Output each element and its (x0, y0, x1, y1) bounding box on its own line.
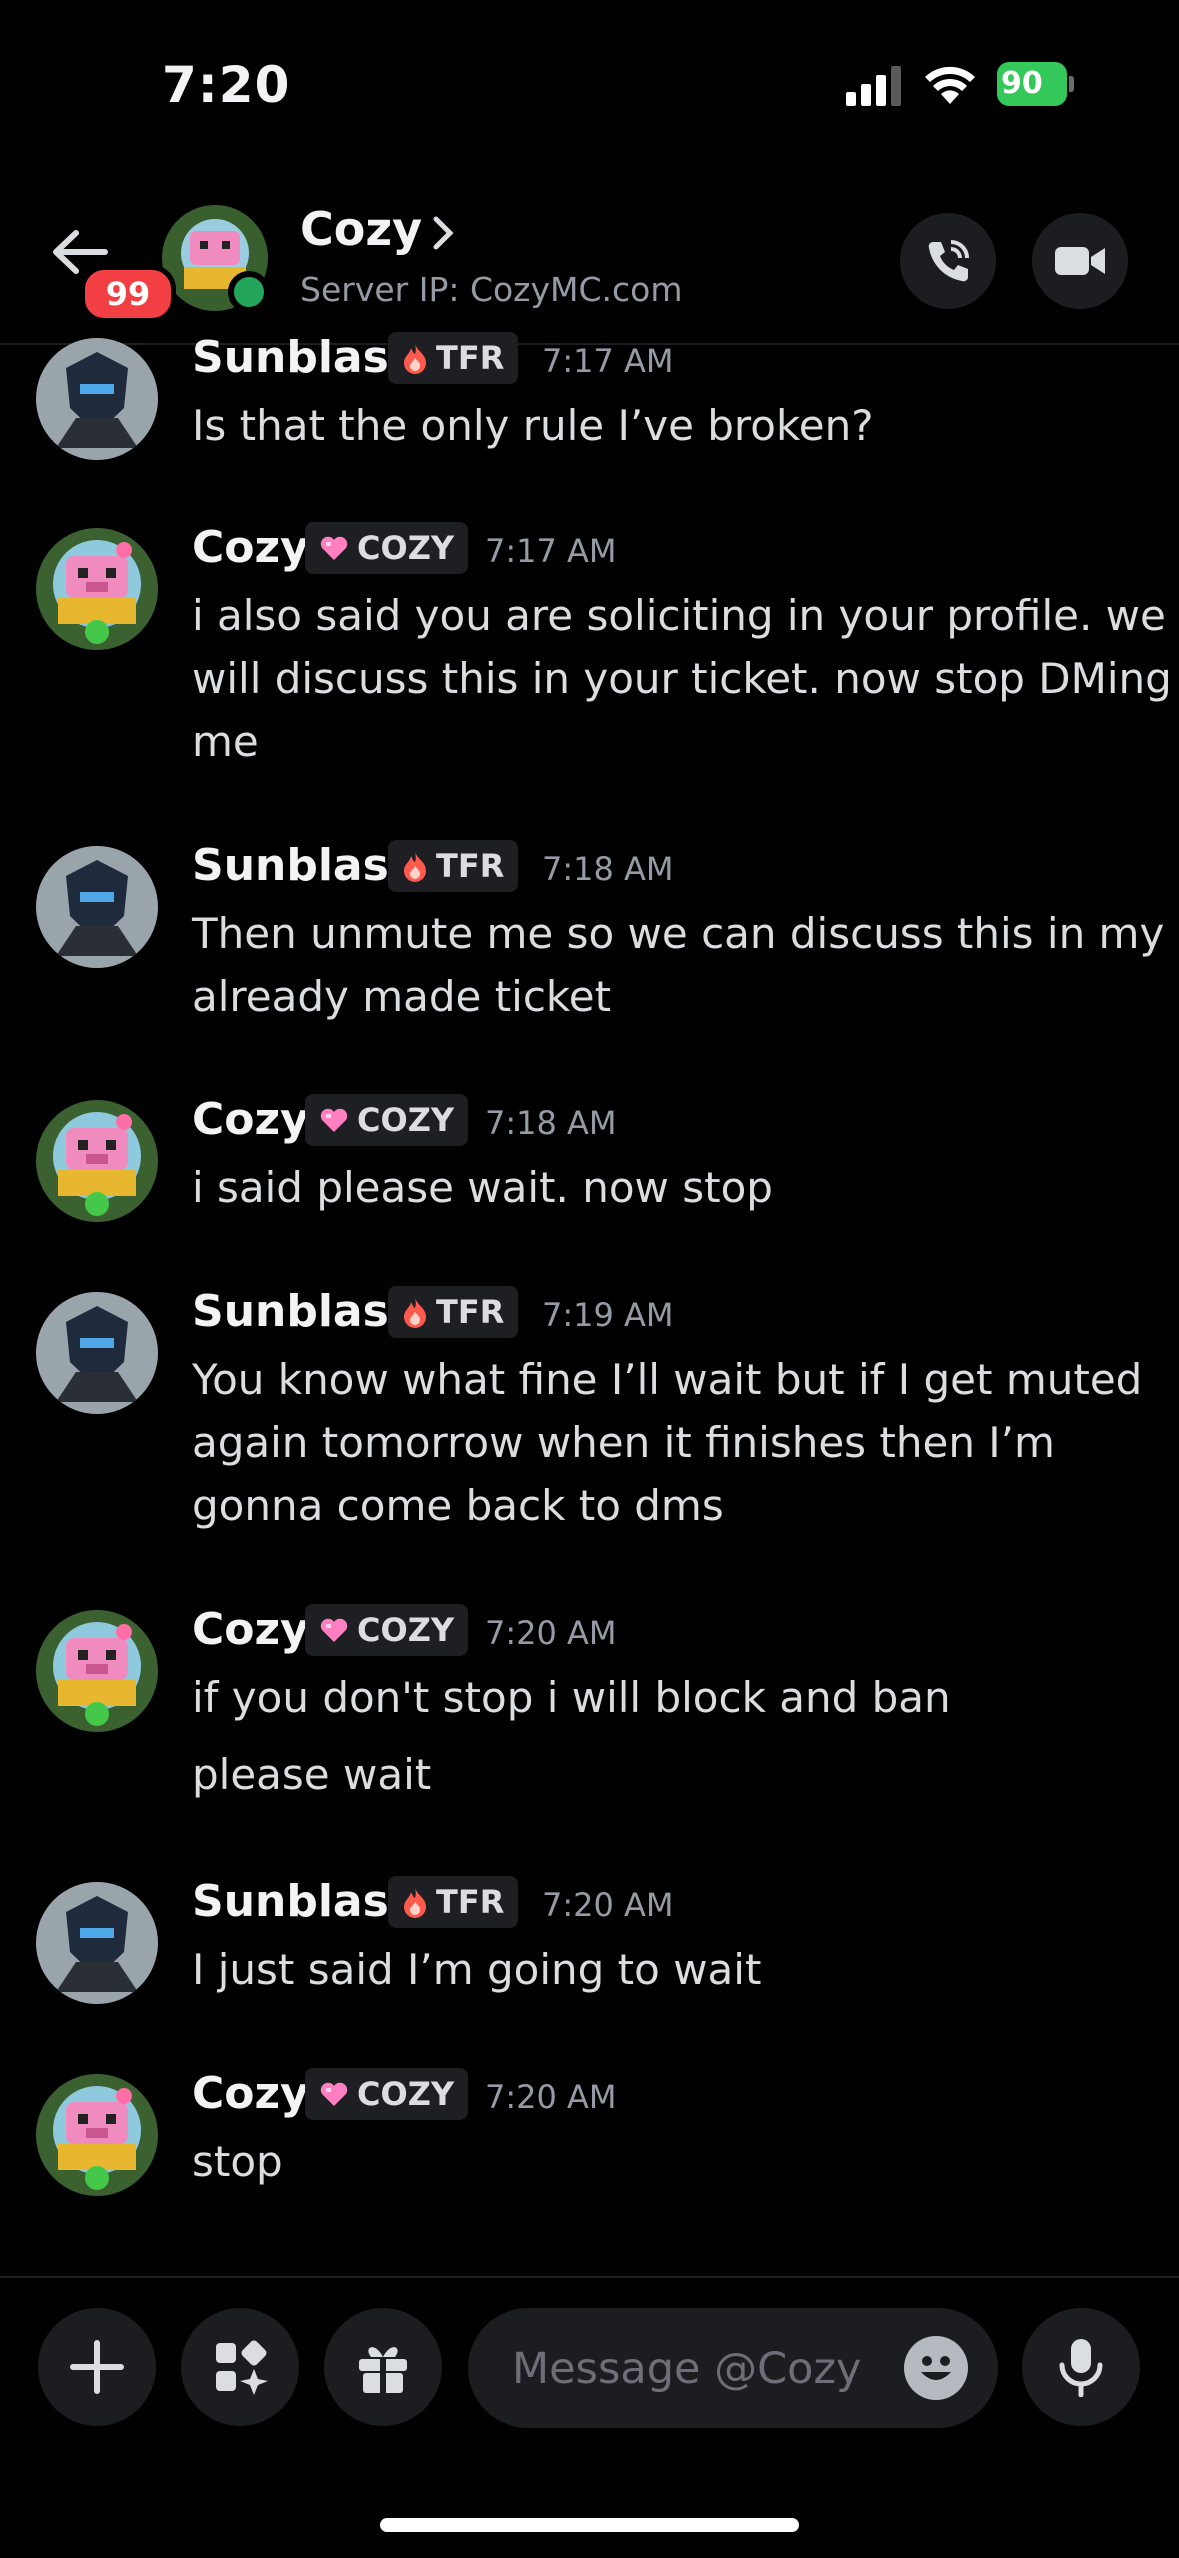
home-indicator (380, 2518, 799, 2532)
add-attachment-button[interactable] (38, 2308, 156, 2426)
author-name[interactable]: Cozy (192, 522, 309, 573)
author-name[interactable]: Cozy (192, 1604, 309, 1655)
message-timestamp: 7:20 AM (485, 2078, 617, 2116)
message-text: stop (192, 2137, 283, 2186)
message-input-placeholder: Message @Cozy (512, 2344, 862, 2394)
message-timestamp: 7:18 AM (542, 850, 674, 888)
cellular-signal-icon (846, 66, 901, 106)
message-text: You know what fine I’ll wait but if I ge… (192, 1355, 1143, 1404)
apps-sparkle-icon (216, 2340, 268, 2395)
message-text: gonna come back to dms (192, 1481, 724, 1530)
message-text: I just said I’m going to wait (192, 1945, 762, 1994)
emoji-smile-icon (921, 2356, 951, 2380)
server-tag-label: COZY (357, 529, 455, 567)
video-camera-icon (1055, 247, 1105, 275)
author-avatar[interactable] (36, 528, 158, 650)
author-avatar[interactable] (36, 1882, 158, 2004)
author-avatar[interactable] (36, 846, 158, 968)
dm-header: 99 Cozy Server IP: CozyMC.com (0, 170, 1179, 345)
status-time: 7:20 (162, 56, 291, 114)
server-tag-label: COZY (357, 1101, 455, 1139)
server-tag[interactable]: COZY (305, 522, 469, 574)
conversation-status-text: Server IP: CozyMC.com (300, 270, 683, 309)
server-tag[interactable]: COZY (305, 1094, 469, 1146)
author-avatar[interactable] (36, 338, 158, 460)
microphone-icon (1059, 2339, 1103, 2397)
message-text: Then unmute me so we can discuss this in… (192, 909, 1165, 958)
author-avatar[interactable] (36, 1292, 158, 1414)
chevron-right-icon[interactable] (432, 215, 456, 251)
apps-button[interactable] (181, 2308, 299, 2426)
message-text: i said please wait. now stop (192, 1163, 773, 1212)
heart-icon (320, 536, 348, 560)
author-avatar[interactable] (36, 1610, 158, 1732)
author-name[interactable]: Sunblast (192, 840, 410, 891)
server-tag-label: TFR (436, 1883, 505, 1921)
phone-icon (928, 240, 969, 282)
server-tag[interactable]: COZY (305, 2068, 469, 2120)
server-tag[interactable]: TFR (388, 1286, 519, 1338)
battery-percent: 90 (1001, 66, 1043, 101)
server-tag[interactable]: TFR (388, 1876, 519, 1928)
plus-icon (70, 2340, 124, 2394)
online-status-indicator (228, 271, 270, 313)
author-name[interactable]: Cozy (192, 1094, 309, 1145)
composer-bar: Message @Cozy (0, 2276, 1179, 2558)
server-tag[interactable]: TFR (388, 332, 519, 384)
message-text: already made ticket (192, 972, 612, 1021)
message-input[interactable]: Message @Cozy (468, 2308, 998, 2428)
message-text: if you don't stop i will block and ban (192, 1673, 951, 1722)
voice-call-button[interactable] (900, 213, 996, 309)
flame-icon (404, 1298, 426, 1328)
author-name[interactable]: Sunblast (192, 332, 410, 383)
message-timestamp: 7:17 AM (542, 342, 674, 380)
flame-icon (404, 344, 426, 374)
message-text: will discuss this in your ticket. now st… (192, 654, 1172, 703)
heart-icon (320, 2082, 348, 2106)
author-avatar[interactable] (36, 1100, 158, 1222)
server-tag-label: COZY (357, 1611, 455, 1649)
message-text: Is that the only rule I’ve broken? (192, 401, 874, 450)
message-text: please wait (192, 1750, 432, 1799)
message-text: i also said you are soliciting in your p… (192, 591, 1166, 640)
gift-icon (359, 2347, 407, 2395)
message-timestamp: 7:20 AM (542, 1886, 674, 1924)
author-avatar[interactable] (36, 2074, 158, 2196)
message-timestamp: 7:20 AM (485, 1614, 617, 1652)
server-tag-label: TFR (436, 339, 505, 377)
server-tag-label: TFR (436, 1293, 505, 1331)
video-call-button[interactable] (1032, 213, 1128, 309)
wifi-icon (925, 66, 975, 104)
voice-message-button[interactable] (1022, 2308, 1140, 2426)
author-name[interactable]: Sunblast (192, 1286, 410, 1337)
flame-icon (404, 852, 426, 882)
gift-button[interactable] (324, 2308, 442, 2426)
flame-icon (404, 1888, 426, 1918)
conversation-name[interactable]: Cozy (300, 202, 422, 256)
heart-icon (320, 1618, 348, 1642)
author-name[interactable]: Cozy (192, 2068, 309, 2119)
server-tag[interactable]: TFR (388, 840, 519, 892)
author-name[interactable]: Sunblast (192, 1876, 410, 1927)
message-text: again tomorrow when it finishes then I’m (192, 1418, 1055, 1467)
server-tag-label: TFR (436, 847, 505, 885)
battery-indicator: 90 (997, 62, 1075, 106)
message-timestamp: 7:19 AM (542, 1296, 674, 1334)
server-tag[interactable]: COZY (305, 1604, 469, 1656)
message-timestamp: 7:18 AM (485, 1104, 617, 1142)
message-timestamp: 7:17 AM (485, 532, 617, 570)
heart-icon (320, 1108, 348, 1132)
server-tag-label: COZY (357, 2075, 455, 2113)
message-text: me (192, 717, 259, 766)
status-bar: 7:20 90 (0, 0, 1179, 170)
unread-badge: 99 (80, 265, 176, 323)
emoji-button[interactable] (904, 2336, 968, 2400)
